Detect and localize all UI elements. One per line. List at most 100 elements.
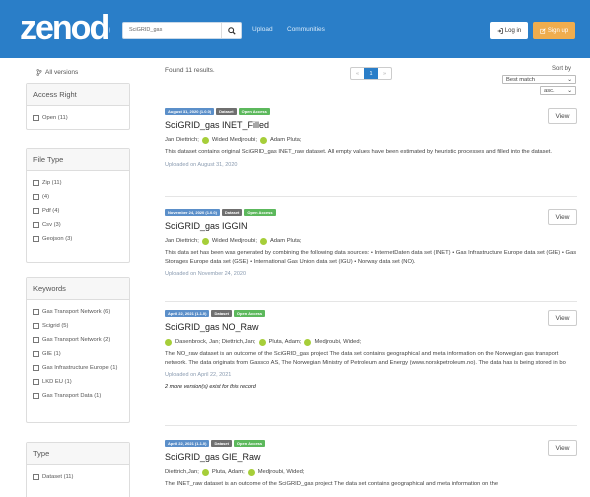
- facet-option[interactable]: GIE (1): [27, 347, 129, 361]
- view-button[interactable]: View: [548, 310, 577, 326]
- access-badge[interactable]: Open Access: [233, 310, 266, 317]
- pager-page-1[interactable]: 1: [364, 68, 378, 79]
- view-button[interactable]: View: [548, 209, 577, 225]
- login-label: Log in: [504, 27, 522, 34]
- checkbox[interactable]: [33, 323, 39, 329]
- sort-select[interactable]: Best match ⌄: [502, 75, 576, 84]
- search-input[interactable]: [129, 27, 219, 33]
- record-description: The NO_raw dataset is an outcome of the …: [165, 351, 566, 366]
- all-versions-toggle[interactable]: All versions: [36, 69, 78, 76]
- checkbox[interactable]: [33, 236, 39, 242]
- facet-option[interactable]: Gas Infrastructure Europe (1): [27, 361, 129, 375]
- signup-button[interactable]: Sign up: [533, 22, 575, 39]
- record-title[interactable]: SciGRID_gas GIE_Raw: [165, 452, 577, 464]
- checkbox[interactable]: [33, 379, 39, 385]
- record-description: This dataset contains original SciGRID_g…: [165, 149, 552, 155]
- checkbox[interactable]: [33, 222, 39, 228]
- results-count: Found 11 results.: [165, 67, 215, 74]
- signup-label: Sign up: [547, 27, 569, 34]
- access-badge[interactable]: Open Access: [233, 440, 266, 447]
- orcid-icon[interactable]: [165, 338, 172, 346]
- record-item: November 24, 2020 (1.0.0) Dataset Open A…: [165, 209, 577, 279]
- facet-option[interactable]: Gas Transport Network (6): [27, 305, 129, 319]
- facet-option[interactable]: Geojson (3): [27, 232, 129, 246]
- checkbox[interactable]: [33, 474, 39, 480]
- facet-access-right: Access Right Open (11): [26, 83, 130, 130]
- orcid-icon[interactable]: [258, 338, 266, 346]
- divider: [165, 425, 577, 426]
- type-badge[interactable]: Dataset: [211, 440, 232, 447]
- divider: [165, 301, 577, 302]
- facet-option[interactable]: Scigrid (5): [27, 319, 129, 333]
- checkbox[interactable]: [33, 393, 39, 399]
- facet-option[interactable]: (4): [27, 190, 129, 204]
- logo-text: zenodo: [20, 9, 110, 47]
- orcid-icon[interactable]: [304, 338, 312, 346]
- orcid-icon[interactable]: [201, 136, 209, 144]
- view-button[interactable]: View: [548, 108, 577, 124]
- more-versions-note: 2 more version(s) exist for this record: [165, 384, 256, 390]
- checkbox[interactable]: [33, 309, 39, 315]
- facet-file-type: File Type Zip (11) (4) Pdf (4) Csv (3) G…: [26, 148, 130, 263]
- checkbox[interactable]: [33, 337, 39, 343]
- view-button[interactable]: View: [548, 440, 577, 456]
- orcid-icon[interactable]: [259, 136, 267, 144]
- checkbox[interactable]: [33, 115, 39, 121]
- type-badge[interactable]: Dataset: [221, 209, 243, 216]
- record-authors: Diettrich,Jan; Pluta, Adam; Medjroubi, W…: [165, 468, 305, 476]
- facet-keywords: Keywords Gas Transport Network (6) Scigr…: [26, 277, 130, 423]
- facet-option[interactable]: Pdf (4): [27, 204, 129, 218]
- record-title[interactable]: SciGRID_gas IGGIN: [165, 221, 577, 233]
- checkbox[interactable]: [33, 365, 39, 371]
- upload-date: Uploaded on November 24, 2020: [165, 271, 247, 277]
- pager-prev[interactable]: «: [351, 68, 364, 79]
- access-badge[interactable]: Open Access: [244, 209, 276, 216]
- facet-option[interactable]: Zip (11): [27, 176, 129, 190]
- all-versions-label: All versions: [45, 69, 79, 76]
- pagination: « 1 »: [350, 67, 392, 80]
- search-box: [122, 22, 242, 39]
- type-badge[interactable]: Dataset: [211, 310, 232, 317]
- upload-date: Uploaded on August 31, 2020: [165, 161, 238, 168]
- order-select[interactable]: asc. ⌄: [540, 86, 576, 95]
- facet-option[interactable]: Dataset (11): [27, 470, 129, 484]
- record-title[interactable]: SciGRID_gas NO_Raw: [165, 322, 577, 334]
- top-header: zenodo Upload Communities Log in Sign up: [0, 0, 590, 58]
- orcid-icon[interactable]: [201, 237, 209, 245]
- checkbox[interactable]: [33, 180, 39, 186]
- search-icon: [227, 26, 236, 35]
- access-badge[interactable]: Open Access: [238, 108, 270, 115]
- search-button[interactable]: [221, 23, 241, 38]
- date-badge[interactable]: April 22, 2021 (1.1.0): [165, 310, 210, 317]
- facet-option[interactable]: Csv (3): [27, 218, 129, 232]
- facet-option[interactable]: Gas Transport Network (2): [27, 333, 129, 347]
- orcid-icon[interactable]: [247, 468, 255, 476]
- record-description: This data set has been was generated by …: [165, 250, 577, 265]
- record-authors: Jan Diettrich; Wided Medjroubi; Adam Plu…: [165, 136, 302, 144]
- login-button[interactable]: Log in: [490, 22, 528, 39]
- orcid-icon[interactable]: [201, 468, 209, 476]
- record-authors: Dasenbrock, Jan; Diettrich,Jan; Pluta, A…: [165, 338, 577, 346]
- nav-communities-link[interactable]: Communities: [287, 26, 325, 33]
- orcid-icon[interactable]: [259, 237, 267, 245]
- checkbox[interactable]: [33, 208, 39, 214]
- divider: [165, 196, 577, 197]
- chevron-down-icon: ⌄: [567, 87, 572, 94]
- facet-option[interactable]: LKD EU (1): [27, 375, 129, 389]
- sort-by-label: Sort by: [552, 66, 572, 72]
- checkbox[interactable]: [33, 194, 39, 200]
- record-title[interactable]: SciGRID_gas INET_Filled: [165, 120, 577, 132]
- facet-type: Type Dataset (11): [26, 442, 130, 497]
- facet-option[interactable]: Open (11): [27, 111, 129, 125]
- zenodo-logo[interactable]: zenodo: [20, 8, 110, 48]
- nav-upload-link[interactable]: Upload: [252, 26, 273, 33]
- pager-next[interactable]: »: [378, 68, 391, 79]
- facet-option[interactable]: Gas Transport Data (1): [27, 389, 129, 403]
- date-badge[interactable]: November 24, 2020 (1.0.0): [165, 209, 220, 216]
- checkbox[interactable]: [33, 351, 39, 357]
- record-item: April 22, 2021 (1.1.0) Dataset Open Acce…: [165, 440, 577, 489]
- date-badge[interactable]: April 22, 2021 (1.1.0): [165, 440, 210, 447]
- type-badge[interactable]: Dataset: [216, 108, 237, 115]
- date-badge[interactable]: August 31, 2020 (1.0.0): [165, 108, 215, 115]
- record-description: The INET_raw dataset is an outcome of th…: [165, 481, 499, 487]
